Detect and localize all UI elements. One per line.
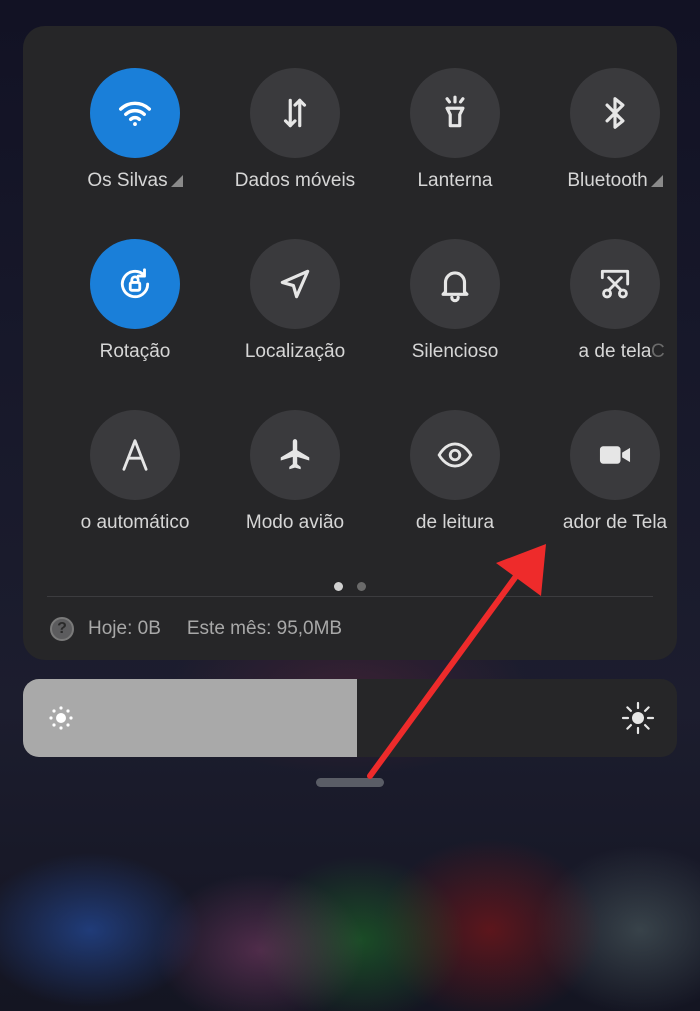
expand-caret-icon[interactable] [650,175,663,187]
bluetooth-icon [570,68,660,158]
help-icon: ? [50,617,74,641]
tile-auto-brightness[interactable]: o automático [45,410,225,560]
eye-icon [410,410,500,500]
tile-label-wifi: Os Silvas [87,170,168,191]
quick-settings-panel: Os Silvas Dados móveis Lanterna Bluetoot… [23,26,677,660]
rotation-lock-icon [90,239,180,329]
expand-caret-icon[interactable] [170,175,183,187]
tile-screen-recorder[interactable]: ador de Tela [525,410,677,560]
tile-silent[interactable]: Silencioso [365,239,545,389]
offscreen-tile-label: C [651,341,665,362]
usage-today: Hoje: 0B [88,618,161,639]
tile-label-screen-recorder: ador de Tela [562,512,668,533]
tile-airplane-mode[interactable]: Modo avião [205,410,385,560]
brightness-slider[interactable] [23,679,677,757]
divider [47,596,653,597]
mobile-data-icon [250,68,340,158]
data-usage-row[interactable]: ? Hoje: 0B Este mês: 95,0MB [50,616,342,642]
airplane-icon [250,410,340,500]
location-icon [250,239,340,329]
page-indicator [23,578,677,596]
tile-wifi[interactable]: Os Silvas [45,68,225,218]
tile-screenshot[interactable]: a de tela [525,239,677,389]
usage-month: Este mês: 95,0MB [186,618,343,639]
tile-flashlight[interactable]: Lanterna [365,68,545,218]
wifi-icon [90,68,180,158]
tile-label-bluetooth: Bluetooth [567,170,648,191]
tile-bluetooth[interactable]: Bluetooth [525,68,677,218]
tile-location[interactable]: Localização [205,239,385,389]
panel-drag-handle[interactable] [316,778,384,787]
brightness-high-icon [621,701,655,735]
page-dot[interactable] [357,582,366,591]
tile-rotation[interactable]: Rotação [45,239,225,389]
tile-mobile-data[interactable]: Dados móveis [205,68,385,218]
tile-reading-mode[interactable]: de leitura [365,410,545,560]
video-camera-icon [570,410,660,500]
auto-brightness-a-icon [90,410,180,500]
bell-icon [410,239,500,329]
page-dot-active[interactable] [334,582,343,591]
brightness-low-icon [49,706,73,730]
screenshot-scissors-icon [570,239,660,329]
flashlight-icon [410,68,500,158]
